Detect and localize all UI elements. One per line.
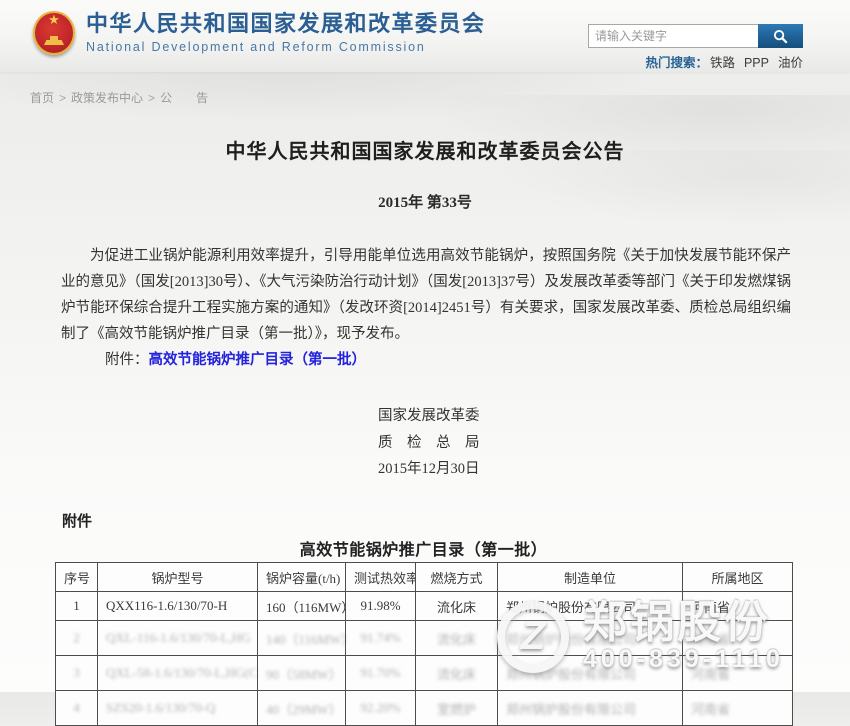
table-header-row: 序号 锅炉型号 锅炉容量(t/h) 测试热效率 燃烧方式 制造单位 所属地区 (56, 563, 793, 592)
cell-capacity: 160（116MW） (258, 592, 346, 621)
attachment-line: 附件：高效节能锅炉推广目录（第一批） (61, 348, 791, 369)
announcement-number: 2015年 第33号 (0, 191, 850, 212)
cell-efficiency: 91.74% (346, 621, 416, 656)
col-header-region: 所属地区 (683, 563, 793, 592)
breadcrumb-current-announcement: 公 告 (160, 91, 208, 105)
boiler-catalog-table: 序号 锅炉型号 锅炉容量(t/h) 测试热效率 燃烧方式 制造单位 所属地区 1… (55, 562, 793, 726)
site-title-chinese: 中华人民共和国国家发展和改革委员会 (86, 11, 486, 37)
signature-date: 2015年12月30日 (378, 456, 480, 483)
cell-combustion: 流化床 (416, 592, 498, 621)
background-wave (300, 95, 850, 235)
cell-seq: 3 (56, 656, 98, 691)
cell-manufacturer: 郑州锅炉股份有限公司 (498, 592, 683, 621)
attachment-section-heading: 附件 (62, 510, 92, 531)
cell-region: 河南省 (683, 592, 793, 621)
cell-manufacturer: 郑州锅炉股份有限公司 (498, 621, 683, 656)
cell-efficiency: 91.70% (346, 656, 416, 691)
cell-model: QXL-116-1.6/130/70-L,HG (98, 621, 258, 656)
cell-manufacturer: 郑州锅炉股份有限公司 (498, 656, 683, 691)
breadcrumb-separator: > (148, 91, 155, 105)
cell-region: 河南省 (683, 656, 793, 691)
cell-combustion: 流化床 (416, 621, 498, 656)
header-banner: 中华人民共和国国家发展和改革委员会 National Development a… (0, 0, 850, 72)
announcement-title: 中华人民共和国国家发展和改革委员会公告 (0, 135, 850, 164)
hot-search-label: 热门搜索： (645, 56, 708, 70)
search-area (588, 24, 803, 48)
cell-capacity: 90（58MW） (258, 656, 346, 691)
cell-model: SZS20-1.6/130/70-Q (98, 691, 258, 726)
col-header-seq: 序号 (56, 563, 98, 592)
cell-capacity: 140（116MW） (258, 621, 346, 656)
table-row-blurred: 3 QXL-58-1.6/130/70-L,HG(C) 90（58MW） 91.… (56, 656, 793, 691)
attachment-link[interactable]: 高效节能锅炉推广目录（第一批） (149, 352, 367, 368)
cell-seq: 1 (56, 592, 98, 621)
hot-search-bar: 热门搜索：铁路 PPP 油价 (645, 52, 803, 71)
cell-efficiency: 91.98% (346, 592, 416, 621)
breadcrumb-separator: > (59, 91, 66, 105)
cell-model: QXL-58-1.6/130/70-L,HG(C) (98, 656, 258, 691)
col-header-efficiency: 测试热效率 (346, 563, 416, 592)
breadcrumb: 首页 > 政策发布中心 > 公 告 (30, 89, 208, 106)
cell-combustion: 流化床 (416, 656, 498, 691)
attachment-label: 附件： (105, 352, 149, 368)
signature-agency-ndrc: 国家发展改革委 (378, 403, 480, 430)
table-row-blurred: 4 SZS20-1.6/130/70-Q 40（29MW） 92.20% 室燃炉… (56, 691, 793, 726)
hot-search-item-ppp[interactable]: PPP (744, 56, 769, 70)
catalog-table-title: 高效节能锅炉推广目录（第一批） (55, 536, 792, 560)
cell-seq: 2 (56, 621, 98, 656)
cell-model: QXX116-1.6/130/70-H (98, 592, 258, 621)
breadcrumb-home[interactable]: 首页 (30, 91, 54, 105)
announcement-paragraph: 为促进工业锅炉能源利用效率提升，引导用能单位选用高效节能锅炉，按照国务院《关于加… (61, 243, 791, 347)
site-title-block: 中华人民共和国国家发展和改革委员会 National Development a… (86, 11, 486, 55)
cell-capacity: 40（29MW） (258, 691, 346, 726)
hot-search-item-oil[interactable]: 油价 (778, 56, 803, 70)
hot-search-item-railway[interactable]: 铁路 (710, 56, 735, 70)
search-icon (773, 29, 788, 44)
cell-efficiency: 92.20% (346, 691, 416, 726)
site-title-english: National Development and Reform Commissi… (86, 39, 486, 55)
cell-region: 河南省 (683, 621, 793, 656)
cell-combustion: 室燃炉 (416, 691, 498, 726)
ndrc-announcement-page: { "header": { "site_title_cn": "中华人民共和国国… (0, 0, 850, 692)
cell-region: 河南省 (683, 691, 793, 726)
signature-agency-aqsiq: 质 检 总 局 (378, 430, 480, 457)
col-header-manufacturer: 制造单位 (498, 563, 683, 592)
cell-seq: 4 (56, 691, 98, 726)
search-input[interactable] (588, 24, 758, 48)
search-button[interactable] (758, 24, 803, 48)
col-header-capacity: 锅炉容量(t/h) (258, 563, 346, 592)
table-row: 1 QXX116-1.6/130/70-H 160（116MW） 91.98% … (56, 592, 793, 621)
table-row-blurred: 2 QXL-116-1.6/130/70-L,HG 140（116MW） 91.… (56, 621, 793, 656)
breadcrumb-policy-center[interactable]: 政策发布中心 (71, 91, 143, 105)
background-wave (0, 58, 850, 188)
col-header-model: 锅炉型号 (98, 563, 258, 592)
national-emblem-icon (33, 11, 75, 55)
col-header-combustion: 燃烧方式 (416, 563, 498, 592)
signature-block: 国家发展改革委 质 检 总 局 2015年12月30日 (378, 403, 480, 483)
cell-manufacturer: 郑州锅炉股份有限公司 (498, 691, 683, 726)
